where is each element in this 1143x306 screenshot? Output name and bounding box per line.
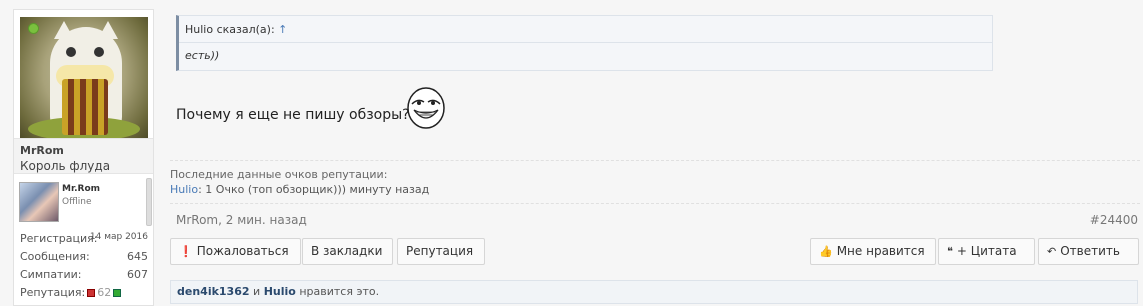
cat-eye-icon: [66, 47, 76, 57]
reputation-title: Последние данные очков репутации:: [170, 168, 388, 181]
reputation-value: 62: [97, 286, 112, 299]
reply-button[interactable]: ↶ Ответить: [1038, 238, 1139, 265]
divider: [179, 42, 992, 43]
stat-value: 607: [127, 268, 148, 281]
stat-row: Сообщения: 645: [20, 250, 148, 268]
stat-label: Симпатии:: [20, 268, 82, 281]
reputation-minus-icon[interactable]: [87, 289, 96, 297]
post-message: Почему я еще не пишу обзоры?: [176, 107, 410, 123]
likes-suffix: нравится это.: [295, 285, 380, 298]
mini-username[interactable]: Mr.Rom: [62, 184, 100, 194]
stat-label: Репутация: 62: [20, 286, 123, 299]
quote-header: Hulio сказал(а): ↑: [185, 23, 287, 36]
user-title: Король флуда: [20, 159, 111, 173]
bookmark-button[interactable]: В закладки: [302, 238, 393, 265]
divider: [170, 160, 1140, 161]
alert-icon: ❗: [179, 245, 193, 258]
avatar-frame: [16, 14, 152, 144]
quote-label: + Цитата: [956, 244, 1017, 258]
stat-row: Симпатии: 607: [20, 268, 148, 286]
like-user-link[interactable]: Hulio: [264, 285, 296, 298]
stat-label: Регистрация:: [20, 232, 98, 245]
stat-row-reputation: Репутация: 62: [20, 286, 148, 304]
likes-summary: den4ik1362 и Hulio нравится это.: [170, 280, 1138, 304]
reputation-button[interactable]: Репутация: [397, 238, 485, 265]
post-meta[interactable]: MrRom, 2 мин. назад: [176, 213, 307, 227]
reputation-label: Репутация:: [20, 286, 86, 299]
stat-label: Сообщения:: [20, 250, 90, 263]
popcorn-bucket: [62, 79, 108, 135]
avatar[interactable]: [20, 17, 148, 141]
stat-row: Регистрация: 14 мар 2016: [20, 232, 148, 250]
bookmark-label: В закладки: [311, 244, 383, 258]
likes-conjunction: и: [249, 285, 264, 298]
report-button[interactable]: ❗ Пожаловаться: [170, 238, 301, 265]
quote-author: Hulio сказал(а):: [185, 23, 275, 36]
report-label: Пожаловаться: [196, 244, 289, 258]
reputation-plus-icon[interactable]: [113, 289, 122, 297]
cat-eye-icon: [94, 47, 104, 57]
quote-jump-arrow-icon[interactable]: ↑: [278, 23, 287, 36]
stat-value: 14 мар 2016: [89, 232, 148, 242]
trollface-smiley-icon: [407, 87, 445, 129]
quote-text: есть)): [185, 49, 220, 62]
reputation-entry: Hulio: 1 Очко (топ обзорщик))) минуту на…: [170, 183, 429, 196]
reply-label: Ответить: [1060, 244, 1120, 258]
like-button[interactable]: 👍 Мне нравится: [810, 238, 936, 265]
like-user-link[interactable]: den4ik1362: [177, 285, 250, 298]
thumbs-up-icon: 👍: [819, 245, 833, 258]
quote-icon: ❝: [947, 245, 953, 258]
mini-avatar[interactable]: [19, 182, 59, 222]
like-label: Мне нравится: [836, 244, 925, 258]
username[interactable]: MrRom: [20, 144, 64, 157]
divider: [170, 203, 1140, 204]
panel-toggle-handle[interactable]: [146, 178, 152, 226]
online-status-icon: [28, 23, 39, 34]
reputation-user-link[interactable]: Hulio: [170, 183, 198, 196]
user-stats: Регистрация: 14 мар 2016 Сообщения: 645 …: [20, 232, 148, 304]
stat-value: 645: [127, 250, 148, 263]
mini-user-card[interactable]: Mr.Rom Offline: [19, 182, 149, 224]
user-panel: MrRom Король флуда Mr.Rom Offline Регист…: [13, 9, 154, 306]
mini-user-status: Offline: [62, 197, 92, 207]
reputation-text: : 1 Очко (топ обзорщик))) минуту назад: [198, 183, 430, 196]
quote-block: Hulio сказал(а): ↑ есть)): [176, 15, 993, 71]
reply-arrow-icon: ↶: [1047, 245, 1057, 258]
reputation-button-label: Репутация: [406, 244, 474, 258]
quote-button[interactable]: ❝ + Цитата: [938, 238, 1035, 265]
post-number-link[interactable]: #24400: [1090, 213, 1138, 227]
